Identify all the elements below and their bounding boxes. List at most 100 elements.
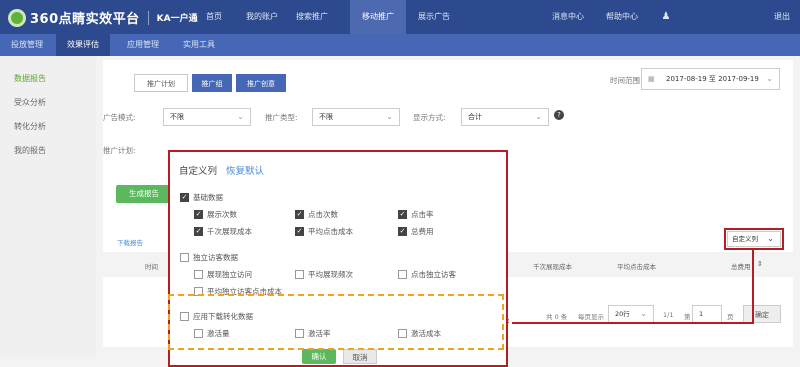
promo-type-value: 不限 (319, 113, 333, 121)
confirm-button[interactable]: 确认 (302, 349, 336, 364)
page-info: 1/1 (663, 311, 674, 319)
message-center-link[interactable]: 消息中心 (546, 0, 590, 34)
col-avg-frequency[interactable]: 平均展现频次 (295, 269, 353, 280)
checkbox-checked-icon: ✓ (295, 227, 304, 236)
nav-display-ads[interactable]: 展示广告 (412, 0, 456, 34)
subnav-campaign-mgmt[interactable]: 投放管理 (0, 34, 54, 56)
col-cpm[interactable]: ✓ 千次展现成本 (194, 226, 252, 237)
ad-mode-value: 不限 (170, 113, 184, 121)
sidebar: 数据报告 受众分析 转化分析 我的报告 (0, 56, 96, 356)
col-cpm: 千次展现成本 (533, 263, 572, 271)
ad-mode-select[interactable]: 不限 ⌄ (163, 108, 251, 126)
user-icon[interactable]: ♟ (656, 0, 676, 34)
checkbox-checked-icon: ✓ (180, 193, 189, 202)
top-nav-bar: 360点睛实效平台 KA一户通 首页 我的账户 搜索推广 移动推广 展示广告 消… (0, 0, 800, 34)
sidebar-item-audience[interactable]: 受众分析 (14, 97, 46, 108)
col-label: 千次展现成本 (207, 227, 252, 236)
nav-home[interactable]: 首页 (198, 0, 230, 34)
chevron-down-icon: ⌄ (386, 112, 393, 121)
checkbox-checked-icon: ✓ (295, 210, 304, 219)
checkbox-checked-icon: ✓ (194, 227, 203, 236)
help-center-link[interactable]: 帮助中心 (600, 0, 644, 34)
custom-columns-value: 自定义列 (732, 235, 758, 243)
group-basic-data[interactable]: ✓ 基础数据 (180, 192, 223, 203)
per-page-value: 20行 (615, 310, 630, 318)
logo-divider (147, 10, 149, 25)
goto-page-input[interactable]: 1 (692, 305, 722, 323)
col-ctr[interactable]: ✓ 点击率 (398, 209, 434, 220)
display-mode-select[interactable]: 合计 ⌄ (461, 108, 549, 126)
annotation-line (752, 250, 754, 323)
total-count: 共 0 条 (546, 313, 568, 321)
checkbox-icon (398, 270, 407, 279)
date-end: 2017-09-19 (718, 75, 759, 83)
col-avg-cpc: 平均点击成本 (617, 263, 656, 271)
col-label: 点击次数 (308, 210, 338, 219)
tab-ad-group[interactable]: 推广组 (192, 74, 232, 92)
per-page-label: 每页显示 (578, 313, 604, 321)
col-label: 点击独立访客 (411, 270, 456, 279)
help-icon[interactable]: ? (554, 110, 564, 120)
col-clicks[interactable]: ✓ 点击次数 (295, 209, 338, 220)
checkbox-checked-icon: ✓ (398, 210, 407, 219)
col-label: 点击率 (411, 210, 434, 219)
sidebar-item-data-report[interactable]: 数据报告 (14, 73, 46, 84)
logout-link[interactable]: 退出 (768, 0, 796, 34)
logo-icon (8, 8, 26, 27)
col-label: 展现独立访问 (207, 270, 252, 279)
col-impressions[interactable]: ✓ 展示次数 (194, 209, 237, 220)
tab-creative[interactable]: 推广创意 (236, 74, 286, 92)
checkbox-icon (194, 270, 203, 279)
chevron-down-icon: ⌄ (237, 112, 244, 121)
sidebar-item-my-report[interactable]: 我的报告 (14, 145, 46, 156)
group-label: 基础数据 (193, 193, 223, 202)
nav-my-account[interactable]: 我的账户 (240, 0, 284, 34)
col-avg-cpc[interactable]: ✓ 平均点击成本 (295, 226, 353, 237)
calendar-icon: ▦ (648, 75, 655, 83)
nav-mobile-promo[interactable]: 移动推广 (350, 0, 406, 34)
page-unit: 页 (727, 313, 734, 321)
col-unique-impressions[interactable]: 展现独立访问 (194, 269, 252, 280)
sidebar-item-conversion[interactable]: 转化分析 (14, 121, 46, 132)
promo-type-label: 推广类型: (265, 113, 298, 122)
custom-columns-select[interactable]: 自定义列 ⌄ (727, 231, 781, 247)
sort-icon[interactable]: ⇕ (757, 260, 763, 268)
page-confirm-button[interactable]: 确定 (743, 305, 781, 323)
account-name: KA一户通 (156, 14, 198, 24)
col-unique-clicks[interactable]: 点击独立访客 (398, 269, 456, 280)
app-download-highlight (168, 294, 504, 350)
date-start: 2017-08-19 (666, 75, 707, 83)
checkbox-icon (295, 270, 304, 279)
download-report-link[interactable]: 下载报告 (117, 237, 143, 247)
logo[interactable]: 360点睛实效平台 KA一户通 (8, 8, 198, 27)
nav-search-promo[interactable]: 搜索推广 (290, 0, 334, 34)
chevron-down-icon: ⌄ (535, 112, 542, 121)
checkbox-checked-icon: ✓ (398, 227, 407, 236)
chevron-down-icon: ⌄ (767, 234, 774, 243)
date-range-picker[interactable]: ▦ 2017-08-19 至 2017-09-19 ⌄ (641, 68, 780, 90)
chevron-down-icon: ⌄ (640, 309, 647, 318)
group-label: 独立访客数据 (193, 253, 238, 262)
cancel-button[interactable]: 取消 (343, 349, 377, 364)
date-separator: 至 (708, 75, 716, 83)
restore-default-link[interactable]: 恢复默认 (226, 163, 264, 177)
subnav-app-mgmt[interactable]: 应用管理 (116, 34, 170, 56)
annotation-line (512, 322, 754, 324)
subnav-performance[interactable]: 效果评估 (56, 34, 110, 56)
generate-report-button[interactable]: 生成报告 (116, 185, 172, 203)
col-label: 平均点击成本 (308, 227, 353, 236)
tab-campaign[interactable]: 推广计划 (134, 74, 188, 92)
col-label: 平均展现频次 (308, 270, 353, 279)
logo-text: 360点睛实效平台 (30, 12, 140, 27)
promo-type-select[interactable]: 不限 ⌄ (312, 108, 400, 126)
col-total-cost[interactable]: 总费用 (731, 261, 751, 271)
group-unique-visitor[interactable]: 独立访客数据 (180, 252, 238, 263)
checkbox-icon (180, 253, 189, 262)
per-page-select[interactable]: 20行 ⌄ (608, 305, 654, 323)
col-time: 时间 (145, 263, 158, 271)
col-total-cost[interactable]: ✓ 总费用 (398, 226, 434, 237)
dialog-title: 自定义列 (179, 166, 218, 177)
ad-mode-label: 广告模式: (103, 113, 136, 122)
subnav-tools[interactable]: 实用工具 (172, 34, 226, 56)
sub-nav-bar: 投放管理 效果评估 应用管理 实用工具 (0, 34, 800, 56)
